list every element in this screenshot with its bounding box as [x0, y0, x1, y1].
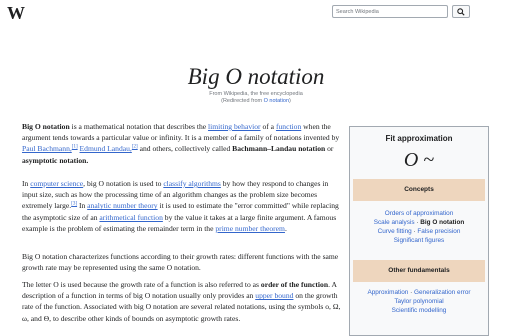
sidebar-infobox: Fit approximation O ~ Concepts Orders of… [349, 126, 489, 336]
text: Big O notation characterizes functions a… [22, 252, 339, 273]
site-header: W Search Wikipedia [0, 0, 512, 26]
text: The letter O is used because the growth … [22, 280, 261, 289]
ref-1[interactable]: [1] [72, 145, 78, 150]
link-orders-of-approximation[interactable]: Orders of approximation [385, 210, 454, 217]
concepts-list: Orders of approximation Scale analysis ·… [350, 209, 488, 245]
link-function[interactable]: function [276, 122, 301, 131]
link-significant-figures[interactable]: Significant figures [394, 237, 444, 244]
link-taylor-polynomial[interactable]: Taylor polynomial [394, 298, 443, 305]
link-scale-analysis[interactable]: Scale analysis [374, 219, 415, 226]
link-generalization-error[interactable]: Generalization error [414, 289, 470, 296]
link-classify-algorithms[interactable]: classify algorithms [163, 179, 221, 188]
link-prime-number-theorem[interactable]: prime number theorem [215, 224, 285, 233]
link-limiting-behavior[interactable]: limiting behavior [208, 122, 261, 131]
text: or [325, 144, 334, 154]
search-input[interactable]: Search Wikipedia [332, 5, 448, 18]
redirect-link[interactable]: O notation [264, 98, 289, 104]
term-bachmann-landau: Bachmann–Landau notation [232, 144, 326, 154]
concepts-header[interactable]: Concepts [353, 179, 485, 201]
page-tagline: From Wikipedia, the free encyclopedia [209, 91, 303, 97]
text: . [284, 223, 287, 233]
link-analytic-number-theory[interactable]: analytic number theory [87, 201, 157, 210]
link-edmund-landau[interactable]: Edmund Landau, [80, 144, 132, 153]
link-arithmetical-function[interactable]: arithmetical function [99, 213, 162, 222]
link-approximation[interactable]: Approximation [367, 289, 408, 296]
link-paul-bachmann[interactable]: Paul Bachmann, [22, 144, 72, 153]
text: , big O notation is used to [83, 179, 164, 188]
redirect-prefix: (Redirected from [221, 98, 264, 104]
term-asymptotic: asymptotic notation. [22, 155, 89, 165]
text: In [22, 179, 31, 188]
search-icon [457, 8, 465, 16]
text: and others, collectively called [137, 144, 233, 154]
current-page-big-o: Big O notation [420, 219, 465, 226]
link-upper-bound[interactable]: upper bound [255, 291, 293, 300]
text: is a mathematical notation that describe… [69, 122, 209, 131]
page-title: Big O notation [187, 64, 325, 89]
link-curve-fitting[interactable]: Curve fitting [378, 228, 412, 235]
search-button[interactable] [452, 5, 470, 18]
text: In [77, 201, 88, 211]
paragraph-order: The letter O is used because the growth … [22, 279, 341, 324]
big-o-symbol-image: O ~ [403, 149, 435, 171]
paragraph-computer-science: In computer science, big O notation is u… [22, 178, 341, 234]
other-fundamentals-header[interactable]: Other fundamentals [353, 260, 485, 282]
wikipedia-logo[interactable]: W [7, 3, 25, 24]
paragraph-growth-rates: Big O notation characterizes functions a… [22, 251, 341, 273]
link-false-precision[interactable]: False precision [417, 228, 460, 235]
paragraph-intro: Big O notation is a mathematical notatio… [22, 121, 341, 166]
redirect-notice: (Redirected from O notation) [0, 98, 512, 104]
infobox-title: Fit approximation [385, 134, 453, 143]
other-fundamentals-list: Approximation · Generalization error Tay… [350, 288, 488, 315]
term-big-o: Big O notation [22, 122, 70, 131]
term-order-of-function: order of the function [260, 280, 329, 289]
link-scientific-modelling[interactable]: Scientific modelling [392, 307, 447, 314]
link-computer-science[interactable]: computer science [30, 179, 83, 188]
redirect-suffix: ) [289, 98, 291, 104]
text: of a [260, 122, 276, 131]
